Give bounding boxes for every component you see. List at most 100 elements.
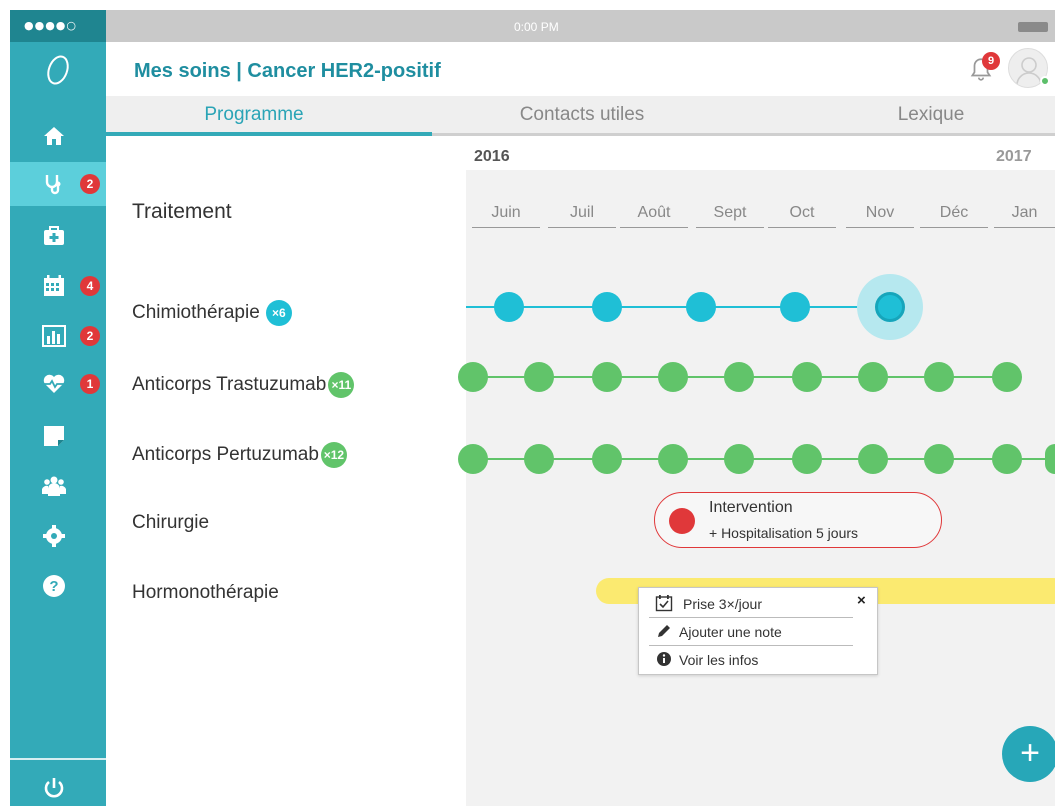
- trastuzumab-dose-dot[interactable]: [792, 362, 822, 392]
- stats-badge: 2: [80, 326, 100, 346]
- gear-icon: [43, 525, 65, 547]
- home-icon: [44, 127, 64, 145]
- row-label-text: Anticorps Pertuzumab: [132, 444, 319, 466]
- sidebar-item-care[interactable]: 2: [10, 162, 106, 206]
- tab-contacts[interactable]: Contacts utiles: [432, 96, 732, 136]
- trastuzumab-dose-dot[interactable]: [858, 362, 888, 392]
- month-label: Juil: [548, 204, 616, 228]
- pertuzumab-dose-dot[interactable]: [724, 444, 754, 474]
- sidebar-item-medical-kit[interactable]: [10, 214, 106, 258]
- pertuzumab-dose-dot[interactable]: [792, 444, 822, 474]
- month-label: Déc: [920, 204, 988, 228]
- trastuzumab-dose-dot[interactable]: [724, 362, 754, 392]
- sidebar-item-community[interactable]: [10, 464, 106, 508]
- pertuzumab-line: [474, 458, 1055, 460]
- calendar-check-icon: [655, 595, 673, 612]
- sidebar-item-home[interactable]: [10, 114, 106, 158]
- chimio-dose-dot-selected[interactable]: [875, 292, 905, 322]
- row-label-chimiotherapie: Chimiothérapie ×6: [132, 300, 292, 326]
- chimio-dose-dot[interactable]: [592, 292, 622, 322]
- trastuzumab-dose-dot[interactable]: [458, 362, 488, 392]
- app-logo-icon: [10, 50, 106, 94]
- close-icon[interactable]: ×: [857, 592, 866, 609]
- sidebar-item-stats[interactable]: 2: [10, 314, 106, 358]
- year-end: 2017: [996, 148, 1032, 165]
- row-label-trastuzumab: Anticorps Trastuzumab ×11: [132, 372, 355, 398]
- month-label: Sept: [696, 204, 764, 228]
- health-badge: 1: [80, 374, 100, 394]
- heartbeat-icon: [43, 374, 65, 393]
- section-label-traitement: Traitement: [132, 200, 232, 223]
- sidebar-divider: [10, 758, 106, 760]
- pertuzumab-dose-dot[interactable]: [858, 444, 888, 474]
- pertuzumab-dose-dot-partial[interactable]: [1045, 444, 1055, 474]
- intervention-subtitle: + Hospitalisation 5 jours: [709, 525, 859, 541]
- row-label-text: Anticorps Trastuzumab: [132, 374, 327, 396]
- intervention-dot: [669, 508, 695, 534]
- month-label: Juin: [472, 204, 540, 228]
- month-label: Nov: [846, 204, 914, 228]
- row-label-text: Chimiothérapie: [132, 302, 260, 324]
- sidebar-item-logout[interactable]: [10, 766, 106, 806]
- sidebar-item-settings[interactable]: [10, 514, 106, 558]
- chimio-line: [466, 306, 890, 308]
- tab-lexique[interactable]: Lexique: [816, 96, 1046, 136]
- sidebar: ●●●●○ 2 4 2 1 ?: [10, 10, 106, 806]
- month-label: Jan: [994, 204, 1055, 228]
- pertuzumab-dose-dot[interactable]: [658, 444, 688, 474]
- chimio-dose-dot[interactable]: [686, 292, 716, 322]
- care-badge: 2: [80, 174, 100, 194]
- count-badge: ×12: [320, 442, 347, 468]
- device-status-bar: 0:00 PM: [106, 10, 1055, 42]
- add-button[interactable]: +: [1002, 726, 1055, 782]
- page-title: Mes soins | Cancer HER2-positif: [134, 60, 441, 82]
- battery-icon: [1018, 22, 1048, 32]
- pertuzumab-dose-dot[interactable]: [924, 444, 954, 474]
- trastuzumab-dose-dot[interactable]: [992, 362, 1022, 392]
- count-badge: ×6: [265, 300, 292, 326]
- popup-item-note[interactable]: Ajouter une note: [649, 618, 853, 646]
- trastuzumab-dose-dot[interactable]: [924, 362, 954, 392]
- bar-chart-icon: [42, 325, 66, 347]
- year-start: 2016: [474, 148, 510, 165]
- calendar-badge: 4: [80, 276, 100, 296]
- timeline-area: [466, 170, 1055, 806]
- power-icon: [44, 778, 64, 798]
- pertuzumab-dose-dot[interactable]: [524, 444, 554, 474]
- popup-item-infos[interactable]: Voir les infos: [649, 646, 853, 674]
- intervention-event[interactable]: Intervention + Hospitalisation 5 jours: [654, 492, 942, 548]
- app-window: ●●●●○ 2 4 2 1 ? 0:00 PM Mes soins | Canc…: [0, 0, 1055, 806]
- pertuzumab-dose-dot[interactable]: [592, 444, 622, 474]
- info-icon: [657, 652, 671, 666]
- sidebar-item-calendar[interactable]: 4: [10, 264, 106, 308]
- popup-item-label: Ajouter une note: [679, 624, 782, 640]
- row-label-hormonotherapie: Hormonothérapie: [132, 582, 279, 603]
- tab-bar: Programme Contacts utiles Lexique: [106, 96, 1055, 136]
- help-icon: ?: [43, 575, 65, 597]
- popup-item-prise[interactable]: Prise 3×/jour: [649, 590, 853, 618]
- popup-item-label: Prise 3×/jour: [683, 596, 762, 612]
- intervention-title: Intervention: [709, 499, 793, 516]
- treatment-popup: Prise 3×/jour Ajouter une note Voir les …: [638, 587, 878, 675]
- calendar-icon: [44, 275, 64, 296]
- pencil-icon: [658, 625, 670, 637]
- notification-badge: 9: [982, 52, 1000, 70]
- month-label: Août: [620, 204, 688, 228]
- programme-panel: 2016 2017 Juin Juil Août Sept Oct Nov Dé…: [106, 136, 1055, 806]
- sidebar-item-help[interactable]: ?: [10, 564, 106, 608]
- chimio-dose-dot[interactable]: [780, 292, 810, 322]
- chimio-dose-dot[interactable]: [494, 292, 524, 322]
- sidebar-item-notes[interactable]: [10, 414, 106, 458]
- tab-programme[interactable]: Programme: [106, 96, 402, 136]
- sidebar-item-health[interactable]: 1: [10, 362, 106, 406]
- popup-item-label: Voir les infos: [679, 652, 759, 668]
- pertuzumab-dose-dot[interactable]: [992, 444, 1022, 474]
- trastuzumab-dose-dot[interactable]: [658, 362, 688, 392]
- note-icon: [44, 426, 64, 446]
- trastuzumab-dose-dot[interactable]: [592, 362, 622, 392]
- stethoscope-icon: [45, 175, 61, 195]
- pertuzumab-dose-dot[interactable]: [458, 444, 488, 474]
- trastuzumab-dose-dot[interactable]: [524, 362, 554, 392]
- row-label-chirurgie: Chirurgie: [132, 512, 210, 533]
- medical-kit-icon: [44, 226, 64, 245]
